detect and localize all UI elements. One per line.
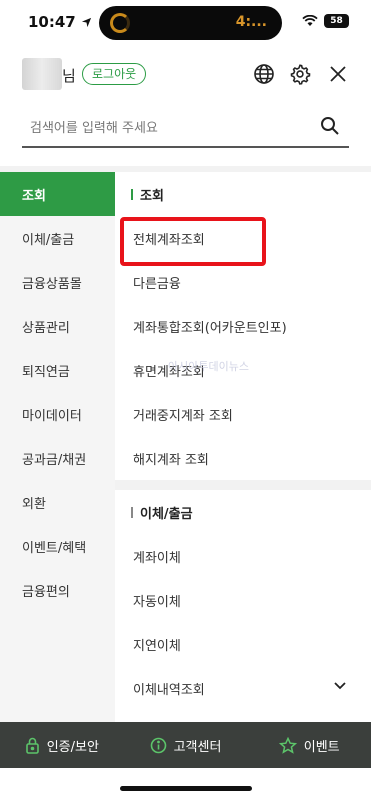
safe-area bbox=[0, 768, 371, 800]
battery-icon: 58 bbox=[324, 14, 349, 28]
menu-header: 님 로그아웃 bbox=[0, 56, 371, 96]
nav-item-inquiry[interactable]: 조회 bbox=[0, 172, 115, 216]
timer-ring-icon bbox=[110, 13, 130, 33]
section-title-transfer: 이체/출금 bbox=[115, 490, 371, 534]
chevron-down-icon[interactable] bbox=[333, 681, 347, 691]
star-icon bbox=[278, 736, 297, 754]
search-icon[interactable] bbox=[319, 115, 341, 137]
auth-security-button[interactable]: 인증/보안 bbox=[0, 736, 124, 755]
bottom-toolbar: 인증/보안 고객센터 이벤트 bbox=[0, 722, 371, 768]
menu-item-account-info[interactable]: 계좌통합조회(어카운트인포) bbox=[115, 304, 371, 348]
logout-button[interactable]: 로그아웃 bbox=[82, 63, 147, 85]
user-honorific: 님 bbox=[62, 67, 76, 85]
menu-item-all-accounts[interactable]: 전체계좌조회 bbox=[115, 216, 371, 260]
status-time: 10:47 bbox=[28, 13, 92, 31]
menu-item-auto-transfer[interactable]: 자동이체 bbox=[115, 578, 371, 622]
close-icon[interactable] bbox=[326, 62, 350, 86]
watermark: 아시아투데이뉴스 bbox=[168, 360, 249, 373]
nav-item-mydata[interactable]: 마이데이터 bbox=[0, 392, 115, 436]
customer-center-button[interactable]: 고객센터 bbox=[124, 736, 248, 755]
menu-item-suspended-accounts[interactable]: 거래중지계좌 조회 bbox=[115, 392, 371, 436]
menu-item-label: 이체내역조회 bbox=[133, 682, 205, 698]
menu-item-other-finance[interactable]: 다른금융 bbox=[115, 260, 371, 304]
menu-item-closed-accounts[interactable]: 해지계좌 조회 bbox=[115, 436, 371, 480]
clock-text: 10:47 bbox=[28, 13, 76, 31]
nav-item-transfer[interactable]: 이체/출금 bbox=[0, 216, 115, 260]
island-timer-text: 4:... bbox=[235, 14, 267, 30]
menu-item-delayed-transfer[interactable]: 지연이체 bbox=[115, 622, 371, 666]
nav-item-utility-bonds[interactable]: 공과금/채권 bbox=[0, 436, 115, 480]
menu-item-transfer-history[interactable]: 이체내역조회 bbox=[115, 666, 371, 710]
dynamic-island: 4:... bbox=[99, 6, 282, 40]
globe-icon[interactable] bbox=[252, 62, 276, 86]
status-indicators: 58 bbox=[302, 14, 349, 28]
status-bar: 10:47 4:... 58 bbox=[0, 0, 371, 46]
section-marker bbox=[131, 188, 133, 200]
bottom-label: 이벤트 bbox=[303, 739, 340, 755]
submenu-panel: 조회 전체계좌조회 다른금융 계좌통합조회(어카운트인포) 휴면계좌조회 거래중… bbox=[115, 172, 371, 722]
wifi-icon bbox=[302, 15, 318, 26]
nav-item-product-mall[interactable]: 금융상품몰 bbox=[0, 260, 115, 304]
menu-item-account-transfer[interactable]: 계좌이체 bbox=[115, 534, 371, 578]
bottom-label: 고객센터 bbox=[173, 739, 222, 755]
section-title-text: 이체/출금 bbox=[140, 506, 193, 522]
nav-item-product-manage[interactable]: 상품관리 bbox=[0, 304, 115, 348]
lock-icon bbox=[25, 737, 39, 754]
nav-item-events[interactable]: 이벤트/혜택 bbox=[0, 524, 115, 568]
location-arrow-icon bbox=[81, 17, 91, 27]
user-name-blurred bbox=[22, 58, 62, 90]
search-input[interactable]: 검색어를 입력해 주세요 bbox=[22, 108, 349, 148]
bottom-label: 인증/보안 bbox=[46, 739, 99, 755]
info-icon bbox=[150, 737, 166, 753]
section-title-text: 조회 bbox=[140, 188, 164, 204]
nav-item-convenience[interactable]: 금융편의 bbox=[0, 568, 115, 612]
search-placeholder: 검색어를 입력해 주세요 bbox=[30, 121, 158, 136]
section-title-inquiry: 조회 bbox=[115, 172, 371, 216]
gear-icon[interactable] bbox=[288, 62, 312, 86]
category-nav: 조회 이체/출금 금융상품몰 상품관리 퇴직연금 마이데이터 공과금/채권 외환… bbox=[0, 172, 115, 722]
nav-item-pension[interactable]: 퇴직연금 bbox=[0, 348, 115, 392]
section-marker bbox=[131, 506, 133, 518]
event-button[interactable]: 이벤트 bbox=[247, 736, 371, 755]
home-indicator bbox=[120, 786, 252, 791]
nav-item-forex[interactable]: 외환 bbox=[0, 480, 115, 524]
section-divider bbox=[115, 480, 371, 490]
